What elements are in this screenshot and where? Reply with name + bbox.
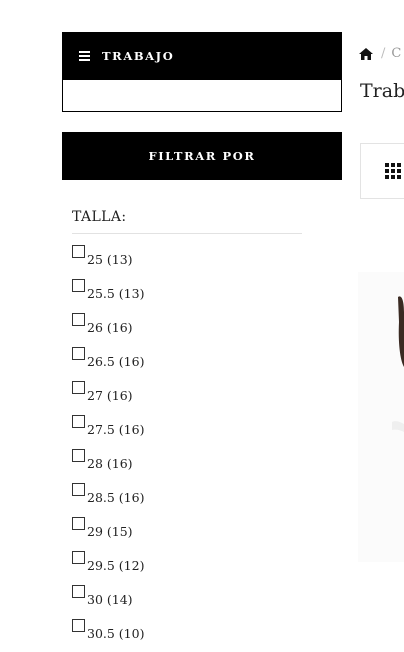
category-menu-header[interactable]: TRABAJO xyxy=(62,32,342,80)
size-option[interactable]: 29.5 (12) xyxy=(72,550,144,584)
size-checkbox[interactable] xyxy=(72,279,85,292)
size-option-label: 25.5 (13) xyxy=(87,286,145,301)
breadcrumb-current[interactable]: C xyxy=(391,46,401,61)
size-checkbox[interactable] xyxy=(72,381,85,394)
size-option[interactable]: 26 (16) xyxy=(72,312,144,346)
size-option[interactable]: 25.5 (13) xyxy=(72,278,144,312)
size-option-label: 27 (16) xyxy=(87,388,133,403)
size-option[interactable]: 30.5 (10) xyxy=(72,618,144,652)
category-menu-title: TRABAJO xyxy=(102,49,175,63)
size-option[interactable]: 29 (15) xyxy=(72,516,144,550)
size-option[interactable]: 28 (16) xyxy=(72,448,144,482)
home-icon[interactable] xyxy=(359,47,373,60)
size-options-list: 25 (13) 25.5 (13) 26 (16) 26.5 (16) 27 (… xyxy=(72,244,144,652)
hamburger-icon xyxy=(79,51,90,61)
breadcrumb: / C xyxy=(359,46,401,61)
size-option[interactable]: 27 (16) xyxy=(72,380,144,414)
grid-view-button[interactable] xyxy=(360,143,404,199)
size-checkbox[interactable] xyxy=(72,517,85,530)
filter-by-button[interactable]: FILTRAR POR xyxy=(62,132,342,180)
grid-icon xyxy=(385,163,401,179)
size-option[interactable]: 25 (13) xyxy=(72,244,144,278)
size-option-label: 30 (14) xyxy=(87,592,133,607)
size-option[interactable]: 27.5 (16) xyxy=(72,414,144,448)
size-option-label: 26.5 (16) xyxy=(87,354,145,369)
size-checkbox[interactable] xyxy=(72,585,85,598)
size-checkbox[interactable] xyxy=(72,415,85,428)
size-option[interactable]: 30 (14) xyxy=(72,584,144,618)
size-option-label: 26 (16) xyxy=(87,320,133,335)
breadcrumb-separator: / xyxy=(381,46,386,61)
size-option[interactable]: 26.5 (16) xyxy=(72,346,144,380)
product-image[interactable] xyxy=(358,272,404,562)
category-menu: TRABAJO xyxy=(62,32,342,112)
size-checkbox[interactable] xyxy=(72,245,85,258)
category-menu-body xyxy=(62,80,342,112)
size-checkbox[interactable] xyxy=(72,313,85,326)
page-title: Trab xyxy=(360,80,404,102)
size-checkbox[interactable] xyxy=(72,449,85,462)
size-checkbox[interactable] xyxy=(72,483,85,496)
size-option-label: 29.5 (12) xyxy=(87,558,145,573)
size-checkbox[interactable] xyxy=(72,619,85,632)
size-option-label: 29 (15) xyxy=(87,524,133,539)
size-filter-title: TALLA: xyxy=(72,209,302,234)
size-option-label: 30.5 (10) xyxy=(87,626,145,641)
size-option[interactable]: 28.5 (16) xyxy=(72,482,144,516)
size-checkbox[interactable] xyxy=(72,347,85,360)
size-option-label: 25 (13) xyxy=(87,252,133,267)
size-checkbox[interactable] xyxy=(72,551,85,564)
size-option-label: 28.5 (16) xyxy=(87,490,145,505)
size-option-label: 28 (16) xyxy=(87,456,133,471)
size-option-label: 27.5 (16) xyxy=(87,422,145,437)
